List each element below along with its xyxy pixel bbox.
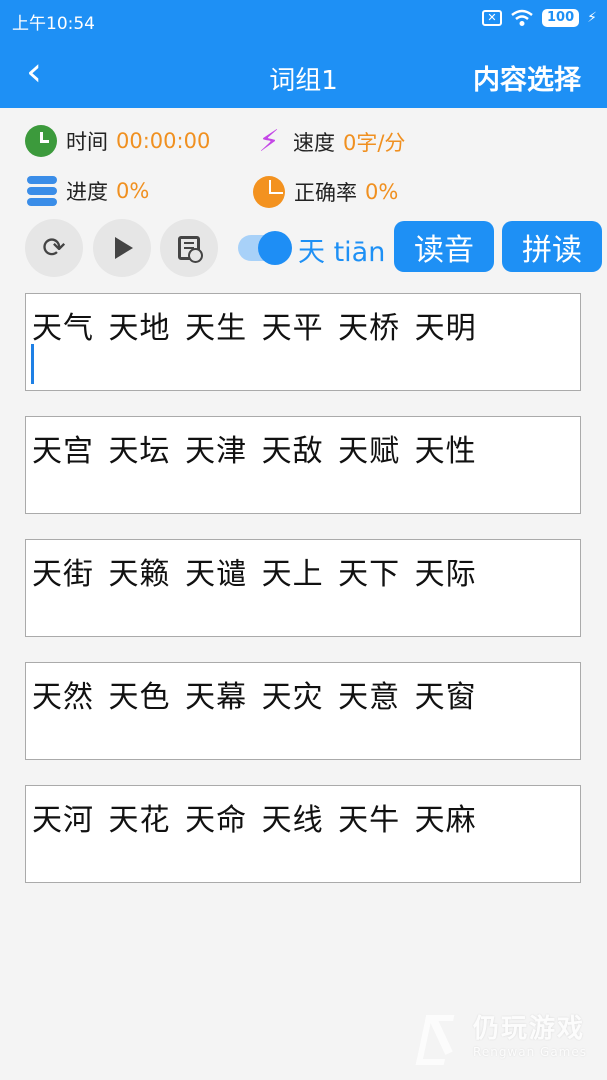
time-stat: 时间 00:00:00 [25, 125, 210, 157]
progress-value: 0% [116, 179, 150, 203]
pinyin-display: 天 tiān [298, 237, 386, 268]
status-time: 上午10:54 [12, 14, 95, 34]
watermark: 仍玩游戏 Rengwan Games [417, 1008, 587, 1059]
refresh-button[interactable]: ⟳ [25, 219, 83, 277]
accuracy-label: 正确率 [294, 181, 357, 205]
speed-label: 速度 [293, 131, 335, 155]
watermark-subtext: Rengwan Games [473, 1045, 587, 1059]
word-group-text: 天街 天籁 天谴 天上 天下 天际 [32, 557, 477, 592]
progress-label: 进度 [66, 180, 108, 204]
word-input-box-2[interactable]: 天宫 天坛 天津 天敌 天赋 天性 [25, 416, 581, 514]
word-input-box-4[interactable]: 天然 天色 天幕 天灾 天意 天窗 [25, 662, 581, 760]
clock-icon [25, 125, 57, 157]
speed-value: 0字/分 [343, 131, 406, 155]
status-bar: 上午10:54 ✕ 100 ⚡ [0, 0, 607, 38]
play-button[interactable] [93, 219, 151, 277]
word-group-text: 天河 天花 天命 天线 天牛 天麻 [32, 803, 477, 838]
toggle-knob [258, 231, 292, 265]
accuracy-stat: 正确率 0% [253, 176, 398, 208]
status-icons: ✕ 100 ⚡ [482, 9, 597, 27]
read-aloud-button[interactable]: 读音 [394, 221, 494, 272]
lightning-icon: ⚡ [258, 124, 280, 159]
text-cursor [31, 344, 34, 384]
word-group-text: 天然 天色 天幕 天灾 天意 天窗 [32, 680, 477, 715]
spell-read-button[interactable]: 拼读 [502, 221, 602, 272]
word-input-box-5[interactable]: 天河 天花 天命 天线 天牛 天麻 [25, 785, 581, 883]
progress-icon [27, 176, 57, 206]
word-group-text: 天气 天地 天生 天平 天桥 天明 [32, 311, 477, 346]
wifi-icon [511, 9, 533, 26]
time-label: 时间 [66, 130, 108, 154]
report-button[interactable] [160, 219, 218, 277]
pie-chart-icon [253, 176, 285, 208]
sim-x-icon: ✕ [482, 10, 503, 26]
battery-icon: 100 [542, 9, 580, 27]
watermark-logo-icon [417, 1011, 463, 1057]
refresh-icon: ⟳ [42, 231, 66, 264]
word-input-box-1[interactable]: 天气 天地 天生 天平 天桥 天明 [25, 293, 581, 391]
app-header: 上午10:54 ✕ 100 ⚡ ‹ 词组1 内容选择 [0, 0, 607, 108]
content-select-button[interactable]: 内容选择 [473, 58, 581, 97]
time-value: 00:00:00 [116, 129, 211, 153]
pinyin-toggle[interactable] [238, 231, 292, 265]
report-icon [178, 236, 203, 263]
accuracy-value: 0% [365, 180, 399, 204]
speed-stat: ⚡ 速度 0字/分 [254, 125, 405, 159]
word-group-text: 天宫 天坛 天津 天敌 天赋 天性 [32, 434, 477, 469]
word-input-box-3[interactable]: 天街 天籁 天谴 天上 天下 天际 [25, 539, 581, 637]
navigation-bar: ‹ 词组1 内容选择 [0, 40, 607, 108]
play-icon [115, 237, 133, 259]
watermark-text: 仍玩游戏 [473, 1014, 586, 1044]
progress-stat: 进度 0% [27, 176, 149, 206]
bolt-icon: ⚡ [587, 10, 597, 26]
